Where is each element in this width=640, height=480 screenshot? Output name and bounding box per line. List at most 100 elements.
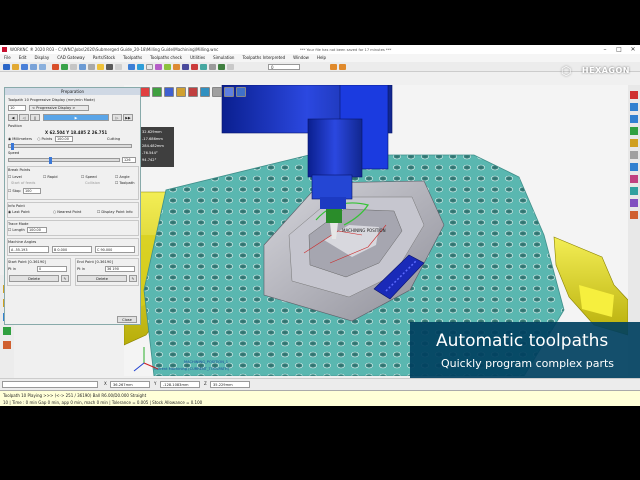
view-bottom-icon[interactable] — [212, 87, 222, 97]
wire-icon[interactable] — [137, 64, 144, 70]
right-tool-3-icon[interactable] — [630, 115, 638, 123]
position-slider-thumb[interactable] — [11, 143, 14, 150]
stop-icon[interactable] — [52, 64, 59, 70]
info-icon[interactable] — [209, 64, 216, 70]
view-fit-icon[interactable] — [224, 87, 234, 97]
zoom-icon[interactable] — [173, 64, 180, 70]
right-tool-7-icon[interactable] — [630, 163, 638, 171]
end-point-input[interactable]: 36 190 — [105, 266, 135, 272]
step-forward-button[interactable]: ▷ — [112, 114, 122, 121]
shade-icon[interactable] — [128, 64, 135, 70]
measure-icon[interactable] — [70, 64, 77, 70]
tool-icon[interactable] — [97, 64, 104, 70]
redo-icon[interactable] — [39, 64, 46, 70]
pause-button[interactable]: ‖ — [30, 114, 40, 121]
save-icon[interactable] — [21, 64, 28, 70]
grid-icon[interactable] — [115, 64, 122, 70]
close-button[interactable]: ✕ — [626, 45, 640, 54]
view-right-icon[interactable] — [188, 87, 198, 97]
command-input[interactable] — [2, 381, 98, 388]
view-icon[interactable] — [79, 64, 86, 70]
view-zoom-icon[interactable] — [236, 87, 246, 97]
play-icon[interactable] — [61, 64, 68, 70]
right-tool-4-icon[interactable] — [630, 127, 638, 135]
x-field[interactable]: 36.267mm — [110, 381, 150, 388]
menu-item-toolpaths-interpreted[interactable]: Toolpaths Interpreted — [242, 55, 285, 60]
bp-angle[interactable]: ☐ Angle — [115, 175, 130, 179]
menu-item-help[interactable]: Help — [317, 55, 326, 60]
nearest-point-radio[interactable]: ○ Nearest Point — [53, 210, 81, 214]
speed-slider[interactable] — [8, 157, 120, 164]
menu-item-utilities[interactable]: Utilities — [190, 55, 205, 60]
open-icon[interactable] — [12, 64, 19, 70]
points-input[interactable]: 100.00 — [55, 136, 73, 142]
step-back-button[interactable]: ◁ — [19, 114, 29, 121]
new-icon[interactable] — [3, 64, 10, 70]
position-slider[interactable] — [8, 143, 132, 150]
layer-icon[interactable] — [88, 64, 95, 70]
left-tool-5-icon[interactable] — [3, 341, 11, 349]
bp-level[interactable]: ☐ Level — [8, 175, 22, 179]
end-pick-icon[interactable]: ✎ — [129, 275, 137, 282]
last-point-radio[interactable]: ◉ Last Point — [8, 210, 30, 214]
undo-icon[interactable] — [30, 64, 37, 70]
right-tool-11-icon[interactable] — [630, 211, 638, 219]
toolpath-select[interactable]: 10 — [8, 105, 26, 111]
menu-item-cad-gateway[interactable]: CAD Gateway — [57, 55, 85, 60]
machine-2-icon[interactable] — [339, 64, 346, 70]
menu-item-simulation[interactable]: Simulation — [213, 55, 234, 60]
right-tool-2-icon[interactable] — [630, 103, 638, 111]
y-field[interactable]: -128.1083mm — [160, 381, 200, 388]
layer-combo[interactable]: 0 — [268, 64, 300, 70]
end-delete-button[interactable]: Delete — [77, 275, 127, 282]
length-check[interactable]: ☐ Length — [8, 228, 25, 232]
view-top-icon[interactable] — [152, 87, 162, 97]
menu-item-file[interactable]: File — [4, 55, 11, 60]
z-field[interactable]: 35.229mm — [210, 381, 250, 388]
maximize-button[interactable]: □ — [612, 45, 626, 54]
menu-item-window[interactable]: Window — [293, 55, 309, 60]
start-point-input[interactable]: 0 — [37, 266, 67, 272]
start-pick-icon[interactable]: ✎ — [61, 275, 69, 282]
bp-speed[interactable]: ☐ Speed — [81, 175, 97, 179]
stock-icon[interactable] — [200, 64, 207, 70]
view-left-icon[interactable] — [176, 87, 186, 97]
rewind-button[interactable]: ◀ — [8, 114, 18, 121]
fast-forward-button[interactable]: ▶▶ — [123, 114, 133, 121]
right-tool-6-icon[interactable] — [630, 151, 638, 159]
section-icon[interactable] — [191, 64, 198, 70]
menu-item-toolpaths[interactable]: Toolpaths — [123, 55, 142, 60]
rotate-icon[interactable] — [182, 64, 189, 70]
color-icon[interactable] — [155, 64, 162, 70]
right-tool-10-icon[interactable] — [630, 199, 638, 207]
view-front-icon[interactable] — [140, 87, 150, 97]
bp-rapid[interactable]: ☐ Rapid — [43, 175, 58, 179]
select-icon[interactable] — [146, 64, 153, 70]
menu-item-toolpaths-check[interactable]: Toolpaths check — [150, 55, 182, 60]
options-icon[interactable] — [227, 64, 234, 70]
filter-icon[interactable] — [106, 64, 113, 70]
right-tool-5-icon[interactable] — [630, 139, 638, 147]
length-input[interactable]: 100.00 — [27, 227, 47, 233]
stop-input[interactable]: 100 — [23, 188, 41, 194]
stop-row[interactable]: ☐ Stop — [8, 189, 21, 193]
close-dialog-button[interactable]: Close — [117, 316, 137, 323]
right-tool-9-icon[interactable] — [630, 187, 638, 195]
menu-item-edit[interactable]: Edit — [19, 55, 27, 60]
mode-select[interactable]: < Progressive Display > — [29, 105, 89, 111]
bp-toolpath[interactable]: ☐ Toolpath — [115, 181, 135, 185]
simulate-icon[interactable] — [218, 64, 225, 70]
start-delete-button[interactable]: Delete — [9, 275, 59, 282]
right-tool-8-icon[interactable] — [630, 175, 638, 183]
left-tool-4-icon[interactable] — [3, 327, 11, 335]
speed-slider-thumb[interactable] — [49, 157, 52, 164]
menu-item-parts-stock[interactable]: Parts/Stock — [93, 55, 115, 60]
right-tool-1-icon[interactable] — [630, 91, 638, 99]
display-point-info-check[interactable]: ☐ Display Point Info — [97, 210, 133, 214]
menu-item-display[interactable]: Display — [34, 55, 49, 60]
speed-input[interactable]: 126 — [122, 157, 136, 163]
check-icon[interactable] — [164, 64, 171, 70]
view-iso-icon[interactable] — [164, 87, 174, 97]
machine-icon[interactable] — [330, 64, 337, 70]
minimize-button[interactable]: – — [598, 45, 612, 54]
